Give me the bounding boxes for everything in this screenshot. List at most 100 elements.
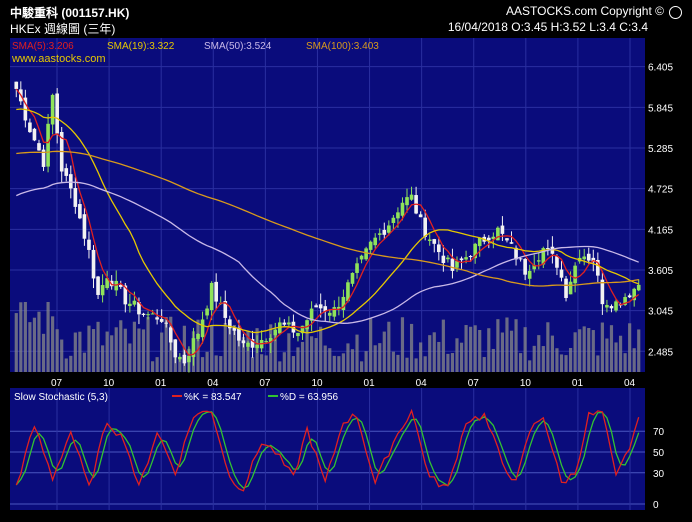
candle-body <box>182 354 187 364</box>
time-tick-label: 10 <box>311 378 323 389</box>
volume-bar <box>210 325 214 372</box>
stochastic-k-legend-label: %K = 83.547 <box>184 392 242 403</box>
volume-bar <box>455 338 459 372</box>
volume-bar <box>632 348 636 372</box>
volume-bar <box>287 333 291 372</box>
candle-body <box>432 239 437 244</box>
volume-bar <box>532 345 536 372</box>
candle-body <box>568 281 573 295</box>
volume-bar <box>550 335 554 372</box>
volume-bar <box>260 354 264 372</box>
volume-bar <box>337 356 341 372</box>
volume-bar <box>32 317 37 372</box>
volume-bar <box>459 342 464 372</box>
volume-bar <box>469 326 473 372</box>
stochastic-tick-label: 50 <box>653 448 665 459</box>
volume-bar <box>346 343 350 372</box>
volume-bar <box>105 331 109 372</box>
candle-body <box>91 249 96 279</box>
price-tick-label: 4.165 <box>648 225 673 236</box>
volume-bar <box>28 322 32 372</box>
candle-body <box>332 307 337 317</box>
volume-bar <box>96 321 100 372</box>
candle-body <box>546 248 550 250</box>
candle-body <box>314 305 318 308</box>
candle-body <box>609 306 614 309</box>
candle-body <box>409 194 414 200</box>
volume-bar <box>341 353 345 372</box>
sma-legend-label: SMA(19):3.322 <box>107 41 175 52</box>
candle-body <box>187 355 191 363</box>
candle-body <box>505 238 509 241</box>
candle-body <box>87 239 91 250</box>
volume-bar <box>219 356 223 372</box>
stochastic-d-legend-label: %D = 63.956 <box>280 392 339 403</box>
volume-bar <box>419 342 423 372</box>
time-tick-label: 01 <box>572 378 584 389</box>
volume-bar <box>614 342 618 372</box>
stochastic-tick-label: 0 <box>653 500 659 511</box>
volume-bar <box>291 356 296 372</box>
volume-bar <box>314 338 318 372</box>
price-tick-label: 4.725 <box>648 185 673 196</box>
candle-body <box>37 143 41 151</box>
volume-bar <box>69 355 73 372</box>
candle-body <box>350 272 355 284</box>
candle-body <box>636 284 641 291</box>
volume-bar <box>391 351 395 372</box>
volume-bar <box>364 351 368 372</box>
volume-bar <box>473 325 477 372</box>
volume-bar <box>409 323 414 372</box>
candle-body <box>128 303 132 307</box>
time-tick-label: 07 <box>468 378 480 389</box>
volume-bar <box>205 351 209 372</box>
volume-bar <box>528 360 532 372</box>
candle-body <box>178 356 182 360</box>
volume-bar <box>328 348 332 372</box>
volume-bar <box>519 353 523 372</box>
volume-bar <box>514 319 518 372</box>
candle-body <box>518 258 523 260</box>
candle-body <box>423 217 428 237</box>
volume-bar <box>264 355 268 372</box>
candle-body <box>391 217 396 224</box>
price-tick-label: 3.605 <box>648 266 673 277</box>
candle-body <box>214 281 219 302</box>
candle-body <box>146 314 150 316</box>
candle-body <box>241 340 246 344</box>
volume-bar <box>464 325 468 372</box>
candle-body <box>468 256 473 258</box>
candle-body <box>400 202 405 216</box>
volume-bar <box>200 357 205 372</box>
volume-bar <box>55 329 59 372</box>
volume-bar <box>141 329 146 372</box>
time-tick-label: 07 <box>51 378 63 389</box>
volume-bar <box>73 332 77 372</box>
volume-bar <box>223 323 227 372</box>
volume-bar <box>559 354 564 372</box>
volume-bar <box>296 347 300 372</box>
candle-body <box>46 123 50 167</box>
candle-body <box>464 257 468 260</box>
candle-body <box>50 94 55 125</box>
volume-bar <box>568 347 573 372</box>
candle-body <box>73 188 78 207</box>
volume-bar <box>396 354 400 372</box>
candle-body <box>377 233 382 235</box>
volume-bar <box>446 353 450 372</box>
stochastic-title: Slow Stochastic (5,3) <box>14 392 108 403</box>
volume-bar <box>637 329 641 372</box>
candle-body <box>273 329 278 336</box>
stochastic-tick-label: 70 <box>653 427 665 438</box>
volume-bar <box>382 331 386 372</box>
candle-body <box>627 295 632 298</box>
price-panel: 6.405 5.845 5.285 4.725 4.165 3.605 3.045 2.485… <box>10 38 673 389</box>
volume-bar <box>323 345 327 372</box>
volume-bar <box>450 353 455 372</box>
candle-body <box>32 128 37 141</box>
candle-body <box>573 265 577 284</box>
volume-bar <box>587 327 591 372</box>
volume-bar <box>214 355 218 372</box>
volume-bar <box>387 321 391 372</box>
candle-body <box>264 341 268 343</box>
